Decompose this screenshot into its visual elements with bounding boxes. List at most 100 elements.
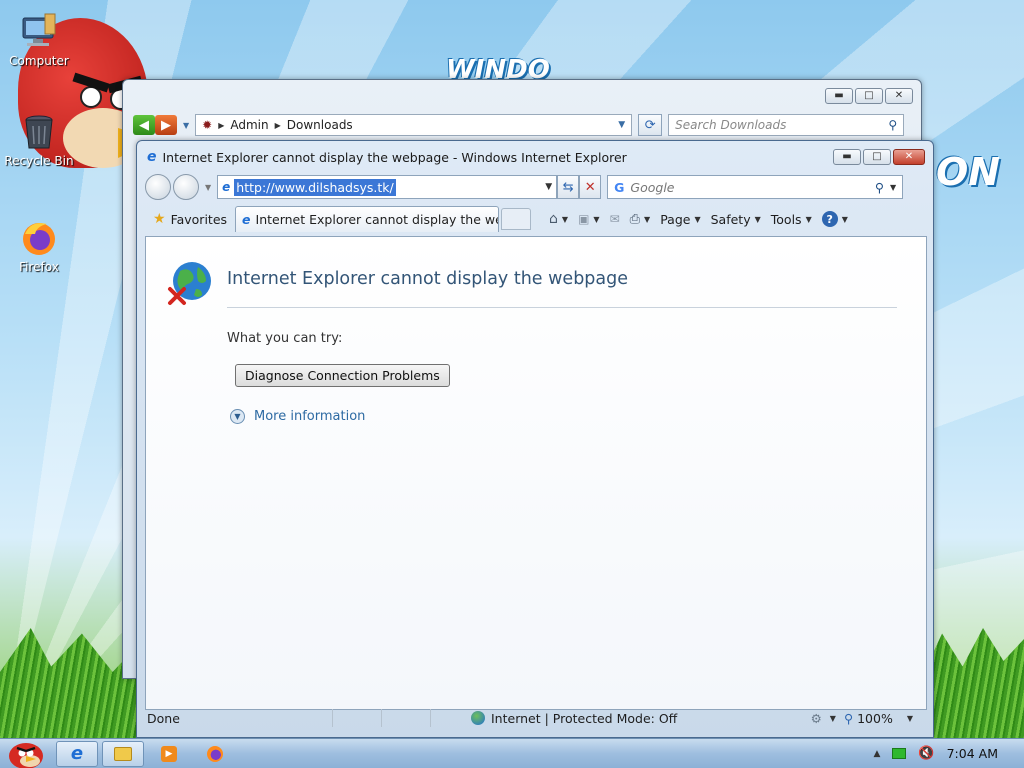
desktop-icon-firefox[interactable]: Firefox [0,218,79,274]
window-title: Internet Explorer cannot display the web… [162,149,627,165]
chevron-down-icon: ▼ [694,214,701,224]
read-mail-button[interactable]: ✉ [610,212,620,226]
security-zone-label: Internet | Protected Mode: Off [491,710,678,726]
firefox-icon [207,745,223,762]
settings-dropdown-icon[interactable]: ▼ [830,714,836,723]
desktop-icon-label: Computer [9,54,69,68]
zoom-magnifier-icon: ⚲ [843,710,854,726]
status-divider [332,709,333,727]
recycle-bin-icon [25,115,53,149]
desktop-icon-label: Firefox [19,260,59,274]
title-bar: e Internet Explorer cannot display the w… [147,149,627,165]
protected-mode-gear-icon[interactable]: ⚙ [811,711,822,726]
chevron-down-icon: ▼ [754,214,761,224]
rss-feed-icon: ▣ [578,212,590,226]
favorites-star-icon: ★ [153,211,166,227]
home-button[interactable]: ⌂ ▼ [549,211,568,227]
network-icon[interactable] [892,748,907,759]
refresh-icon: ⟳ [644,117,656,133]
explorer-search-box[interactable]: Search Downloads ⚲ [668,114,905,136]
tools-menu[interactable]: Tools ▼ [771,212,812,227]
zoom-dropdown-icon[interactable]: ▼ [907,714,913,723]
mail-icon: ✉ [609,212,620,226]
address-toolbar: ▼ e http://www.dilshadsys.tk/ ▼ ⇆ ✕ G Go… [145,174,925,200]
print-dropdown-icon[interactable]: ▼ [644,215,650,224]
folder-icon: ✹ [202,118,213,132]
explorer-caption-buttons: ▬ □ ✕ [825,88,913,104]
print-button[interactable]: ⎙ ▼ [630,212,651,227]
page-content: Internet Explorer cannot display the web… [145,236,927,710]
stop-button[interactable]: ✕ [579,175,602,199]
taskbar-media-player-button[interactable]: ▶ [148,741,190,767]
expand-chevron-icon[interactable]: ▼ [230,409,245,424]
status-text: Done [147,710,180,726]
start-angry-bird-icon [9,742,43,768]
help-dropdown-icon[interactable]: ▼ [842,215,848,224]
tab-ie-icon: e [242,212,251,227]
more-information-link[interactable]: ▼ More information [230,409,365,424]
address-bar[interactable]: e http://www.dilshadsys.tk/ ▼ [217,175,558,199]
page-ie-icon: e [222,180,231,194]
tab-title: Internet Explorer cannot display the we.… [255,212,500,227]
search-icon[interactable]: ⚲ [888,118,897,132]
explorer-address-bar[interactable]: ✹ ▶ Admin ▶ Downloads ▼ [195,114,633,136]
search-box[interactable]: G Google ⚲ ▼ [607,175,904,199]
more-information-label[interactable]: More information [254,409,365,424]
address-url[interactable]: http://www.dilshadsys.tk/ [234,178,396,196]
volume-muted-icon[interactable]: 🔇 [918,746,934,761]
taskbar-firefox-button[interactable] [194,741,236,767]
forward-button[interactable]: ▶ [155,115,177,135]
new-tab-button[interactable] [501,208,532,230]
printer-icon: ⎙ [629,211,641,227]
search-placeholder: Google [630,179,675,195]
clock[interactable]: 7:04 AM [947,746,998,761]
breadcrumb-admin[interactable]: Admin [230,118,268,132]
search-icon[interactable]: ⚲ [875,180,884,195]
desktop-icon-recycle-bin[interactable]: Recycle Bin [0,112,79,168]
maximize-button[interactable]: □ [863,149,891,165]
google-icon: G [614,179,625,195]
page-menu-label: Page [660,211,691,227]
firefox-icon [23,223,55,255]
back-button[interactable]: ◀ [133,115,155,135]
breadcrumb-downloads[interactable]: Downloads [287,118,353,132]
internet-explorer-window[interactable]: e Internet Explorer cannot display the w… [136,140,934,738]
feeds-button[interactable]: ▣ ▼ [578,212,600,226]
refresh-button[interactable]: ⟳ [638,114,663,136]
forward-button[interactable] [173,174,199,200]
taskbar-explorer-button[interactable] [102,740,144,767]
recent-pages-dropdown-icon[interactable]: ▼ [205,183,211,192]
minimize-button[interactable]: ▬ [833,149,861,165]
back-button[interactable] [145,174,171,200]
media-player-icon: ▶ [161,745,177,762]
address-dropdown-icon[interactable]: ▼ [545,182,552,192]
ie-caption-buttons: ▬ □ ✕ [833,149,925,165]
security-zone[interactable]: Internet | Protected Mode: Off [471,711,677,726]
help-button[interactable]: ? ▼ [821,211,848,227]
tab-current[interactable]: e Internet Explorer cannot display the w… [235,206,500,232]
zoom-control[interactable]: ⚲ 100% [844,711,893,726]
start-button[interactable] [0,739,52,768]
taskbar-ie-button[interactable]: e [56,740,98,767]
maximize-button[interactable]: □ [855,88,883,104]
recent-pages-dropdown-icon[interactable]: ▼ [183,121,189,130]
globe-error-icon [168,262,211,305]
page-menu[interactable]: Page ▼ [660,212,700,227]
address-dropdown-icon[interactable]: ▼ [618,120,625,130]
desktop-icon-computer[interactable]: Computer [0,12,79,68]
diagnose-connection-problems-button[interactable]: Diagnose Connection Problems [235,364,450,387]
feeds-dropdown-icon[interactable]: ▼ [593,215,599,224]
search-options-dropdown-icon[interactable]: ▼ [890,183,896,192]
error-heading: Internet Explorer cannot display the web… [227,269,629,289]
show-hidden-icons-icon[interactable]: ▲ [874,749,881,759]
minimize-button[interactable]: ▬ [825,88,853,104]
close-button[interactable]: ✕ [893,149,925,165]
refresh-button[interactable]: ⇆ [557,175,580,199]
tools-menu-label: Tools [770,211,802,227]
favorites-button[interactable]: ★ Favorites [145,206,235,232]
internet-globe-icon [471,711,485,725]
close-button[interactable]: ✕ [885,88,913,104]
forward-arrow-icon: ▶ [161,117,171,133]
safety-menu[interactable]: Safety ▼ [711,212,761,227]
home-dropdown-icon[interactable]: ▼ [562,215,568,224]
